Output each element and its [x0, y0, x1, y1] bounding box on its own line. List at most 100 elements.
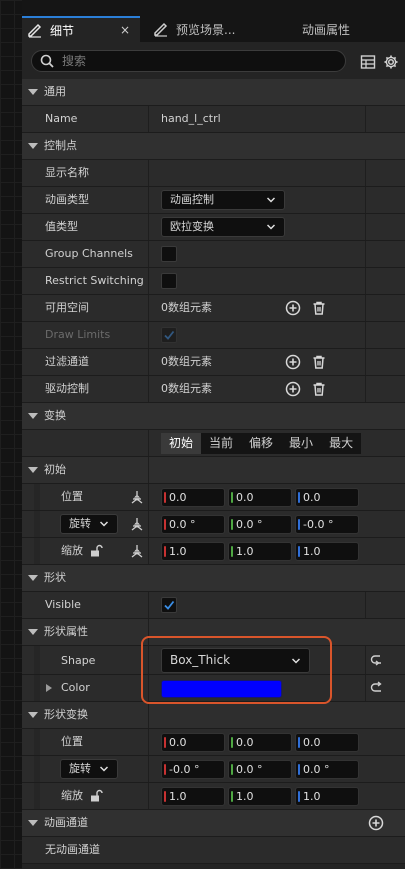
unlock-icon[interactable]	[89, 789, 103, 803]
shape-location-y-field[interactable]: 0.0	[228, 733, 292, 752]
collapse-arrow-icon	[28, 143, 38, 149]
location-z-field[interactable]: 0.0	[295, 488, 359, 507]
group-channels-checkbox[interactable]	[161, 246, 177, 262]
gear-icon[interactable]	[383, 54, 399, 70]
trash-icon[interactable]	[311, 354, 327, 370]
tab-anim-properties[interactable]: 动画属性	[302, 16, 402, 42]
category-initial[interactable]: 初始	[22, 457, 405, 484]
shape-location-z-field[interactable]: 0.0	[295, 733, 359, 752]
category-label: 形状属性	[44, 625, 88, 638]
property-row-draw-limits: Draw Limits	[22, 322, 405, 349]
add-element-icon[interactable]	[368, 815, 384, 831]
anim-type-dropdown[interactable]: 动画控制	[161, 190, 285, 210]
category-label: 变换	[44, 409, 66, 422]
category-control-point[interactable]: 控制点	[22, 133, 405, 160]
search-input[interactable]	[62, 54, 322, 68]
property-row-display-name: 显示名称	[22, 160, 405, 187]
scale-x-field[interactable]: 1.0	[161, 542, 225, 561]
color-swatch[interactable]	[161, 680, 282, 698]
tab-details[interactable]: 细节 ×	[22, 16, 140, 42]
shape-scale-y-field[interactable]: 1.0	[228, 787, 292, 806]
category-transform[interactable]: 变换	[22, 403, 405, 430]
category-label: 形状	[44, 571, 66, 584]
shape-rotation-z-field[interactable]: 0.0 °	[295, 760, 359, 779]
collapse-arrow-icon	[28, 467, 38, 473]
collapse-arrow-icon	[28, 413, 38, 419]
unlock-icon[interactable]	[89, 544, 103, 558]
property-label: Group Channels	[45, 247, 133, 260]
shape-location-row: 位置 0.0 0.0 0.0	[22, 729, 405, 756]
tab-maximum[interactable]: 最大	[321, 433, 361, 454]
category-label: 初始	[44, 463, 66, 476]
category-anim-channels[interactable]: 动画通道	[22, 810, 405, 837]
search-row	[22, 42, 405, 78]
array-count: 0数组元素	[161, 301, 212, 314]
property-row-group-channels: Group Channels	[22, 241, 405, 268]
shape-rotation-x-field[interactable]: -0.0 °	[161, 760, 225, 779]
category-general[interactable]: 通用	[22, 79, 405, 106]
tab-offset[interactable]: 偏移	[241, 433, 281, 454]
category-label: 通用	[44, 85, 66, 98]
category-shape-properties[interactable]: 形状属性	[22, 619, 405, 646]
tab-current[interactable]: 当前	[201, 433, 241, 454]
shape-scale-z-field[interactable]: 1.0	[295, 787, 359, 806]
visible-checkbox[interactable]	[161, 597, 177, 613]
location-y-field[interactable]: 0.0	[228, 488, 292, 507]
property-label: 可用空间	[45, 301, 89, 314]
collapse-arrow-icon	[28, 575, 38, 581]
property-row-anim-type: 动画类型 动画控制	[22, 187, 405, 214]
value-type-dropdown[interactable]: 欧拉变换	[161, 217, 285, 237]
property-row-filter-channels: 过滤通道 0数组元素	[22, 349, 405, 376]
category-shape[interactable]: 形状	[22, 565, 405, 592]
property-row-shape: Shape Box_Thick	[22, 646, 405, 675]
table-view-icon[interactable]	[360, 54, 376, 70]
transform-gizmo-icon[interactable]	[130, 544, 144, 558]
transform-gizmo-icon[interactable]	[130, 490, 144, 504]
chevron-down-icon	[267, 197, 275, 203]
name-value[interactable]: hand_l_ctrl	[161, 106, 221, 132]
expand-arrow-icon[interactable]	[46, 684, 52, 692]
property-label: Restrict Switching	[45, 274, 144, 287]
pencil-icon	[28, 23, 42, 38]
array-count: 0数组元素	[161, 355, 212, 368]
chevron-down-icon	[100, 766, 108, 772]
shape-rotation-row: 旋转 -0.0 ° 0.0 ° 0.0 °	[22, 756, 405, 783]
property-row-color: Color	[22, 675, 405, 702]
restrict-switching-checkbox[interactable]	[161, 273, 177, 289]
scale-z-field[interactable]: 1.0	[295, 542, 359, 561]
category-label: 动画通道	[44, 816, 88, 829]
rotation-z-field[interactable]: -0.0 °	[295, 515, 359, 534]
rotation-x-field[interactable]: 0.0 °	[161, 515, 225, 534]
add-element-icon[interactable]	[285, 354, 301, 370]
shape-rotation-y-field[interactable]: 0.0 °	[228, 760, 292, 779]
location-x-field[interactable]: 0.0	[161, 488, 225, 507]
trash-icon[interactable]	[311, 300, 327, 316]
dropdown-value: 动画控制	[170, 193, 214, 206]
shape-dropdown[interactable]: Box_Thick	[161, 648, 310, 673]
scale-y-field[interactable]: 1.0	[228, 542, 292, 561]
rotation-mode-dropdown[interactable]: 旋转	[60, 514, 118, 534]
property-row-name: Name hand_l_ctrl	[22, 106, 405, 133]
collapse-arrow-icon	[28, 89, 38, 95]
close-icon[interactable]: ×	[120, 23, 130, 37]
search-box[interactable]	[31, 50, 346, 72]
tab-initial[interactable]: 初始	[161, 433, 202, 454]
add-element-icon[interactable]	[285, 381, 301, 397]
shape-location-x-field[interactable]: 0.0	[161, 733, 225, 752]
dropdown-value: Box_Thick	[170, 653, 231, 667]
initial-rotation-row: 旋转 0.0 ° 0.0 ° -0.0 °	[22, 511, 405, 538]
trash-icon[interactable]	[311, 381, 327, 397]
shape-scale-x-field[interactable]: 1.0	[161, 787, 225, 806]
chevron-down-icon	[292, 658, 300, 664]
property-row-driven-controls: 驱动控制 0数组元素	[22, 376, 405, 403]
reset-to-default-icon[interactable]	[369, 681, 383, 695]
reset-to-default-icon[interactable]	[369, 653, 383, 667]
category-shape-transform[interactable]: 形状变换	[22, 702, 405, 729]
rotation-mode-dropdown[interactable]: 旋转	[60, 759, 118, 779]
rotation-y-field[interactable]: 0.0 °	[228, 515, 292, 534]
add-element-icon[interactable]	[285, 300, 301, 316]
tab-minimum[interactable]: 最小	[281, 433, 321, 454]
transform-gizmo-icon[interactable]	[130, 517, 144, 531]
chevron-down-icon	[100, 521, 108, 527]
tab-preview-scene[interactable]: 预览场景...	[148, 16, 278, 42]
